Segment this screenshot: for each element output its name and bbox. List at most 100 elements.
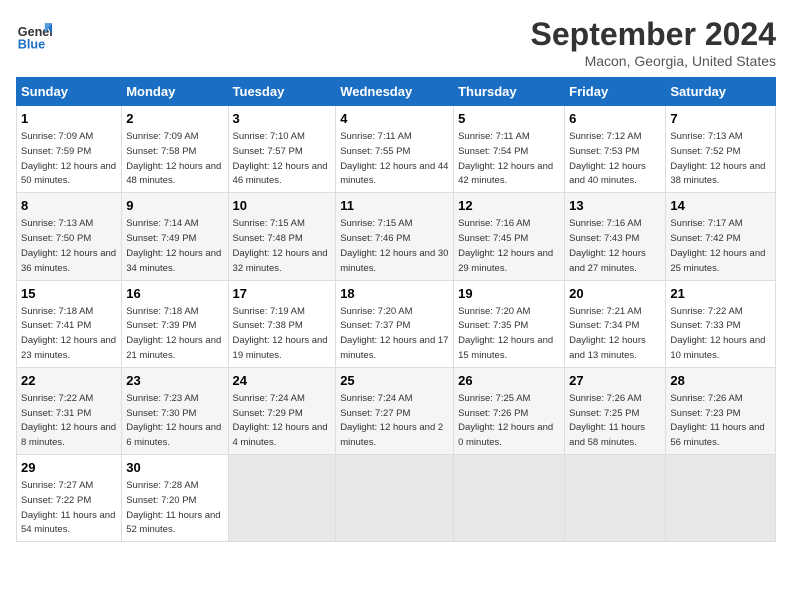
- day-cell: 29 Sunrise: 7:27 AMSunset: 7:22 PMDaylig…: [17, 455, 122, 542]
- day-info: Sunrise: 7:13 AMSunset: 7:50 PMDaylight:…: [21, 218, 116, 273]
- day-number: 19: [458, 285, 560, 303]
- day-number: 21: [670, 285, 771, 303]
- day-cell: 21 Sunrise: 7:22 AMSunset: 7:33 PMDaylig…: [666, 280, 776, 367]
- header-thursday: Thursday: [454, 78, 565, 106]
- day-info: Sunrise: 7:18 AMSunset: 7:41 PMDaylight:…: [21, 306, 116, 361]
- day-cell: 30 Sunrise: 7:28 AMSunset: 7:20 PMDaylig…: [122, 455, 228, 542]
- day-number: 20: [569, 285, 661, 303]
- day-info: Sunrise: 7:14 AMSunset: 7:49 PMDaylight:…: [126, 218, 221, 273]
- day-cell: [454, 455, 565, 542]
- day-info: Sunrise: 7:17 AMSunset: 7:42 PMDaylight:…: [670, 218, 765, 273]
- header-tuesday: Tuesday: [228, 78, 336, 106]
- day-cell: 20 Sunrise: 7:21 AMSunset: 7:34 PMDaylig…: [565, 280, 666, 367]
- day-cell: 17 Sunrise: 7:19 AMSunset: 7:38 PMDaylig…: [228, 280, 336, 367]
- day-cell: 8 Sunrise: 7:13 AMSunset: 7:50 PMDayligh…: [17, 193, 122, 280]
- day-cell: 11 Sunrise: 7:15 AMSunset: 7:46 PMDaylig…: [336, 193, 454, 280]
- day-info: Sunrise: 7:24 AMSunset: 7:27 PMDaylight:…: [340, 393, 443, 448]
- week-row-2: 8 Sunrise: 7:13 AMSunset: 7:50 PMDayligh…: [17, 193, 776, 280]
- day-cell: 14 Sunrise: 7:17 AMSunset: 7:42 PMDaylig…: [666, 193, 776, 280]
- day-cell: 19 Sunrise: 7:20 AMSunset: 7:35 PMDaylig…: [454, 280, 565, 367]
- header-wednesday: Wednesday: [336, 78, 454, 106]
- day-number: 10: [233, 197, 332, 215]
- day-number: 12: [458, 197, 560, 215]
- header-sunday: Sunday: [17, 78, 122, 106]
- header-friday: Friday: [565, 78, 666, 106]
- day-info: Sunrise: 7:09 AMSunset: 7:58 PMDaylight:…: [126, 131, 221, 186]
- day-cell: 1 Sunrise: 7:09 AMSunset: 7:59 PMDayligh…: [17, 106, 122, 193]
- day-info: Sunrise: 7:15 AMSunset: 7:48 PMDaylight:…: [233, 218, 328, 273]
- day-number: 14: [670, 197, 771, 215]
- day-number: 9: [126, 197, 223, 215]
- day-info: Sunrise: 7:27 AMSunset: 7:22 PMDaylight:…: [21, 480, 115, 535]
- day-info: Sunrise: 7:18 AMSunset: 7:39 PMDaylight:…: [126, 306, 221, 361]
- day-info: Sunrise: 7:20 AMSunset: 7:37 PMDaylight:…: [340, 306, 448, 361]
- day-number: 1: [21, 110, 117, 128]
- day-info: Sunrise: 7:12 AMSunset: 7:53 PMDaylight:…: [569, 131, 646, 186]
- day-cell: 15 Sunrise: 7:18 AMSunset: 7:41 PMDaylig…: [17, 280, 122, 367]
- day-number: 28: [670, 372, 771, 390]
- week-row-5: 29 Sunrise: 7:27 AMSunset: 7:22 PMDaylig…: [17, 455, 776, 542]
- day-cell: 6 Sunrise: 7:12 AMSunset: 7:53 PMDayligh…: [565, 106, 666, 193]
- day-info: Sunrise: 7:10 AMSunset: 7:57 PMDaylight:…: [233, 131, 328, 186]
- day-cell: 27 Sunrise: 7:26 AMSunset: 7:25 PMDaylig…: [565, 367, 666, 454]
- day-number: 17: [233, 285, 332, 303]
- day-info: Sunrise: 7:22 AMSunset: 7:33 PMDaylight:…: [670, 306, 765, 361]
- day-info: Sunrise: 7:25 AMSunset: 7:26 PMDaylight:…: [458, 393, 553, 448]
- header: General Blue September 2024 Macon, Georg…: [16, 16, 776, 69]
- day-number: 18: [340, 285, 449, 303]
- day-info: Sunrise: 7:20 AMSunset: 7:35 PMDaylight:…: [458, 306, 553, 361]
- day-number: 5: [458, 110, 560, 128]
- week-row-4: 22 Sunrise: 7:22 AMSunset: 7:31 PMDaylig…: [17, 367, 776, 454]
- day-cell: 9 Sunrise: 7:14 AMSunset: 7:49 PMDayligh…: [122, 193, 228, 280]
- day-info: Sunrise: 7:24 AMSunset: 7:29 PMDaylight:…: [233, 393, 328, 448]
- title-area: September 2024 Macon, Georgia, United St…: [531, 16, 776, 69]
- day-number: 27: [569, 372, 661, 390]
- day-info: Sunrise: 7:28 AMSunset: 7:20 PMDaylight:…: [126, 480, 220, 535]
- day-number: 6: [569, 110, 661, 128]
- subtitle: Macon, Georgia, United States: [531, 53, 776, 69]
- day-number: 16: [126, 285, 223, 303]
- day-info: Sunrise: 7:26 AMSunset: 7:25 PMDaylight:…: [569, 393, 645, 448]
- day-number: 15: [21, 285, 117, 303]
- day-info: Sunrise: 7:11 AMSunset: 7:55 PMDaylight:…: [340, 131, 448, 186]
- day-cell: 13 Sunrise: 7:16 AMSunset: 7:43 PMDaylig…: [565, 193, 666, 280]
- day-info: Sunrise: 7:16 AMSunset: 7:43 PMDaylight:…: [569, 218, 646, 273]
- day-number: 3: [233, 110, 332, 128]
- day-number: 22: [21, 372, 117, 390]
- day-number: 7: [670, 110, 771, 128]
- day-number: 4: [340, 110, 449, 128]
- calendar-table: SundayMondayTuesdayWednesdayThursdayFrid…: [16, 77, 776, 542]
- day-cell: 22 Sunrise: 7:22 AMSunset: 7:31 PMDaylig…: [17, 367, 122, 454]
- day-info: Sunrise: 7:11 AMSunset: 7:54 PMDaylight:…: [458, 131, 553, 186]
- day-number: 2: [126, 110, 223, 128]
- day-info: Sunrise: 7:26 AMSunset: 7:23 PMDaylight:…: [670, 393, 764, 448]
- day-info: Sunrise: 7:23 AMSunset: 7:30 PMDaylight:…: [126, 393, 221, 448]
- header-row: SundayMondayTuesdayWednesdayThursdayFrid…: [17, 78, 776, 106]
- day-cell: 12 Sunrise: 7:16 AMSunset: 7:45 PMDaylig…: [454, 193, 565, 280]
- day-number: 30: [126, 459, 223, 477]
- day-info: Sunrise: 7:19 AMSunset: 7:38 PMDaylight:…: [233, 306, 328, 361]
- main-title: September 2024: [531, 16, 776, 53]
- header-saturday: Saturday: [666, 78, 776, 106]
- header-monday: Monday: [122, 78, 228, 106]
- day-cell: 10 Sunrise: 7:15 AMSunset: 7:48 PMDaylig…: [228, 193, 336, 280]
- day-number: 26: [458, 372, 560, 390]
- day-number: 13: [569, 197, 661, 215]
- day-cell: 18 Sunrise: 7:20 AMSunset: 7:37 PMDaylig…: [336, 280, 454, 367]
- day-info: Sunrise: 7:15 AMSunset: 7:46 PMDaylight:…: [340, 218, 448, 273]
- day-cell: 25 Sunrise: 7:24 AMSunset: 7:27 PMDaylig…: [336, 367, 454, 454]
- week-row-3: 15 Sunrise: 7:18 AMSunset: 7:41 PMDaylig…: [17, 280, 776, 367]
- day-number: 8: [21, 197, 117, 215]
- day-info: Sunrise: 7:13 AMSunset: 7:52 PMDaylight:…: [670, 131, 765, 186]
- day-cell: 3 Sunrise: 7:10 AMSunset: 7:57 PMDayligh…: [228, 106, 336, 193]
- day-cell: 4 Sunrise: 7:11 AMSunset: 7:55 PMDayligh…: [336, 106, 454, 193]
- day-number: 24: [233, 372, 332, 390]
- day-info: Sunrise: 7:16 AMSunset: 7:45 PMDaylight:…: [458, 218, 553, 273]
- day-cell: [565, 455, 666, 542]
- day-info: Sunrise: 7:21 AMSunset: 7:34 PMDaylight:…: [569, 306, 646, 361]
- day-info: Sunrise: 7:09 AMSunset: 7:59 PMDaylight:…: [21, 131, 116, 186]
- day-number: 23: [126, 372, 223, 390]
- logo-icon: General Blue: [16, 16, 52, 52]
- day-cell: 7 Sunrise: 7:13 AMSunset: 7:52 PMDayligh…: [666, 106, 776, 193]
- day-cell: 26 Sunrise: 7:25 AMSunset: 7:26 PMDaylig…: [454, 367, 565, 454]
